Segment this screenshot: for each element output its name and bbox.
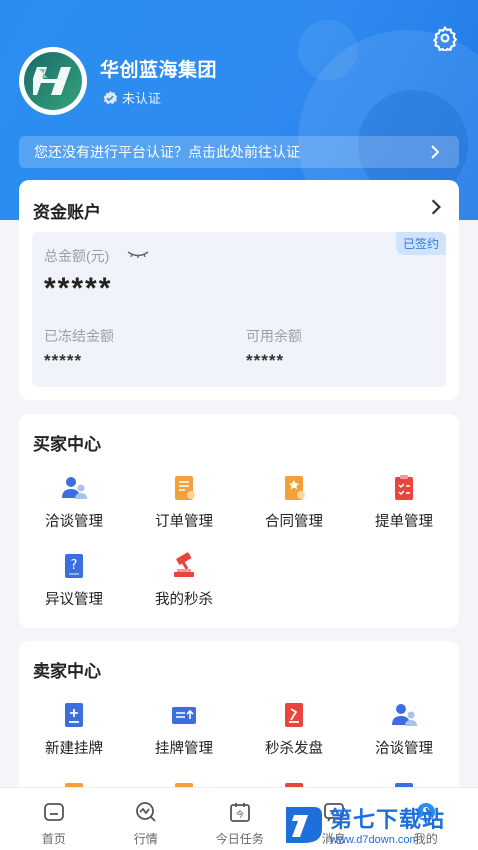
tab-label: 今日任务 xyxy=(215,832,264,846)
buyer-center-card: 买家中心 洽谈管理 订单管理 合同管理 提单管理 ? 异议管理 我的秒杀 xyxy=(19,414,459,628)
market-icon xyxy=(136,802,156,822)
gear-icon[interactable] xyxy=(432,25,458,51)
menu-item-label: 异议管理 xyxy=(45,592,103,608)
signed-badge: 已签约 xyxy=(395,232,446,255)
background-decoration xyxy=(298,20,358,80)
menu-item-flash-offer[interactable]: 秒杀发盘 xyxy=(239,701,349,771)
menu-item-label: 挂牌管理 xyxy=(155,741,213,757)
verify-status-text: 未认证 xyxy=(122,91,162,106)
calendar-icon: 今 xyxy=(230,803,250,822)
menu-item-label: 秒杀发盘 xyxy=(265,741,323,757)
chevron-right-icon xyxy=(431,145,440,159)
flash-offer-icon xyxy=(285,703,303,727)
watermark-url: www.d7down.com xyxy=(330,834,419,846)
contract-icon xyxy=(285,476,305,500)
funds-summary[interactable]: 已签约 总金额(元) ***** 已冻结金额 ***** 可用余额 ***** xyxy=(32,232,446,387)
chevron-right-icon[interactable] xyxy=(427,198,445,216)
menu-item-negotiation[interactable]: 洽谈管理 xyxy=(349,701,459,771)
flash-sale-icon xyxy=(174,552,194,577)
logo-mark-icon xyxy=(24,52,82,110)
menu-item-label: 我的秒杀 xyxy=(155,592,213,608)
eye-closed-icon[interactable] xyxy=(127,249,149,259)
menu-item-flash-sale[interactable]: 我的秒杀 xyxy=(129,552,239,622)
new-listing-icon xyxy=(65,703,83,727)
frozen-amount-label: 已冻结金额 xyxy=(44,328,114,344)
menu-item-label: 洽谈管理 xyxy=(375,741,433,757)
available-balance-value: ***** xyxy=(246,351,285,370)
menu-item-negotiation[interactable]: 洽谈管理 xyxy=(19,474,129,544)
watermark-logo-icon xyxy=(286,807,322,843)
menu-item-bill-of-lading[interactable]: 提单管理 xyxy=(349,474,459,544)
watermark-text: 第七下载站 www.d7down.com xyxy=(330,802,445,846)
menu-item-orders[interactable]: 订单管理 xyxy=(129,474,239,544)
menu-item-label: 洽谈管理 xyxy=(45,514,103,530)
site-watermark: 第七下载站 www.d7down.com xyxy=(280,798,478,850)
svg-text:今: 今 xyxy=(236,809,244,819)
funds-account-title: 资金账户 xyxy=(33,203,101,222)
frozen-amount-value: ***** xyxy=(44,351,83,370)
tab-label: 行情 xyxy=(133,832,158,846)
funds-account-card: 资金账户 已签约 总金额(元) ***** 已冻结金额 ***** 可用余额 *… xyxy=(19,180,459,400)
certification-banner[interactable]: 您还没有进行平台认证？点击此处前往认证 xyxy=(19,136,459,168)
menu-item-contracts[interactable]: 合同管理 xyxy=(239,474,349,544)
negotiation-icon xyxy=(392,704,417,726)
company-name: 华创蓝海集团 xyxy=(100,60,218,81)
negotiation-icon xyxy=(62,477,87,499)
tab-market[interactable]: 行情 xyxy=(98,788,194,850)
listing-manage-icon xyxy=(172,707,196,724)
menu-item-label: 订单管理 xyxy=(155,514,213,530)
menu-item-new-listing[interactable]: 新建挂牌 xyxy=(19,701,129,771)
seller-center-title: 卖家中心 xyxy=(33,662,101,681)
total-amount-label: 总金额(元) xyxy=(44,248,110,264)
home-icon xyxy=(44,803,64,821)
objection-icon: ? xyxy=(65,554,83,578)
menu-item-objections[interactable]: ? 异议管理 xyxy=(19,552,129,622)
certification-banner-text: 您还没有进行平台认证？点击此处前往认证 xyxy=(34,144,300,160)
tab-today-tasks[interactable]: 今 今日任务 xyxy=(192,788,288,850)
buyer-center-title: 买家中心 xyxy=(33,435,101,454)
available-balance-label: 可用余额 xyxy=(246,328,302,344)
watermark-title: 第七下载站 xyxy=(330,807,446,832)
order-icon xyxy=(175,476,195,500)
verify-status: 未认证 xyxy=(102,88,161,107)
tab-home[interactable]: 首页 xyxy=(6,788,102,850)
bill-of-lading-icon xyxy=(395,475,413,500)
total-amount-value: ***** xyxy=(44,272,113,305)
tab-label: 首页 xyxy=(41,832,66,846)
company-logo[interactable] xyxy=(19,47,87,115)
verified-shield-icon xyxy=(103,90,118,104)
menu-item-listing-manage[interactable]: 挂牌管理 xyxy=(129,701,239,771)
menu-item-label: 提单管理 xyxy=(375,514,433,530)
menu-item-label: 新建挂牌 xyxy=(45,741,103,757)
svg-text:?: ? xyxy=(71,558,78,573)
menu-item-label: 合同管理 xyxy=(265,514,323,530)
